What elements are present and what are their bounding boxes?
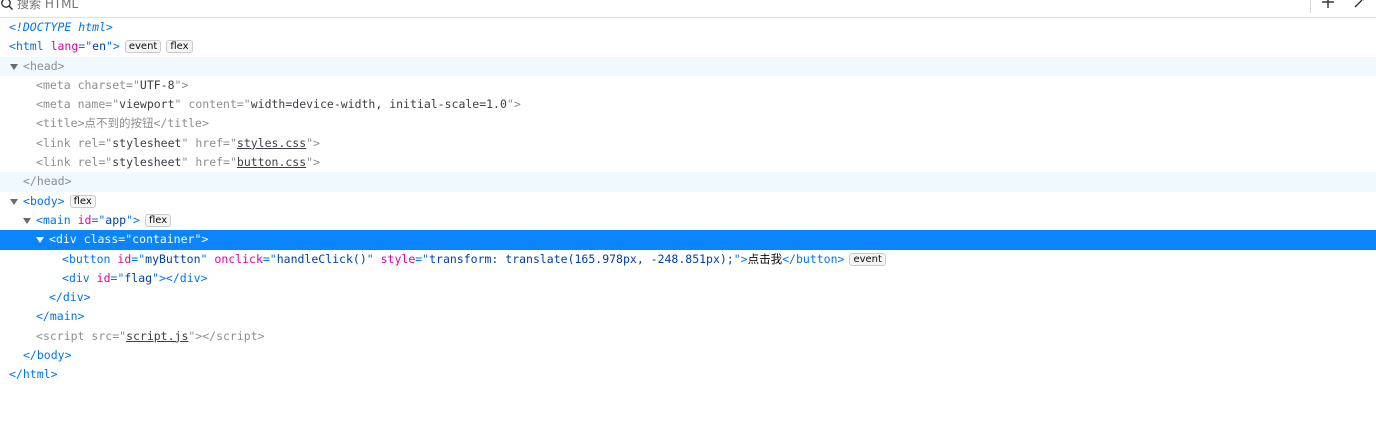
styles-css-link[interactable]: styles.css — [237, 136, 306, 150]
expand-toggle[interactable] — [10, 63, 18, 70]
search-box[interactable] — [0, 0, 217, 12]
add-node-button[interactable] — [1320, 0, 1336, 10]
link-button-node[interactable]: <link rel="stylesheet" href="button.css"… — [0, 153, 1376, 172]
script-node[interactable]: <script src="script.js"></script> — [0, 327, 1376, 346]
inspector-toolbar — [0, 0, 1376, 18]
markup-tree: <!DOCTYPE html> <html lang="en"> event fle… — [0, 18, 1376, 385]
expand-toggle[interactable] — [23, 217, 31, 224]
main-node[interactable]: <main id="app"> flex — [0, 211, 1376, 230]
body-close-node[interactable]: </body> — [0, 346, 1376, 365]
doctype-text: <!DOCTYPE html> — [9, 20, 113, 34]
container-node[interactable]: <div class="container"> — [0, 230, 1376, 250]
event-badge[interactable]: event — [124, 40, 162, 54]
head-node[interactable]: <head> — [0, 56, 1376, 76]
body-node[interactable]: <body> flex — [0, 192, 1376, 211]
button-node[interactable]: <button id="myButton" onclick="handleCli… — [0, 250, 1376, 269]
button-text: 点击我 — [747, 251, 783, 266]
event-badge[interactable]: event — [849, 252, 886, 266]
script-js-link[interactable]: script.js — [126, 329, 188, 343]
eyedropper-icon — [1353, 0, 1367, 12]
main-close-node[interactable]: </main> — [0, 307, 1376, 326]
title-text: 点不到的按钮 — [84, 116, 154, 131]
search-icon — [0, 0, 14, 11]
link-styles-node[interactable]: <link rel="stylesheet" href="styles.css"… — [0, 134, 1376, 153]
expand-toggle[interactable] — [10, 198, 18, 205]
plus-icon — [1321, 0, 1335, 12]
html-close-node[interactable]: </html> — [0, 365, 1376, 384]
eyedropper-button[interactable] — [1352, 0, 1368, 10]
meta-charset-node[interactable]: <meta charset="UTF-8"> — [0, 76, 1376, 95]
doctype-node[interactable]: <!DOCTYPE html> — [0, 18, 1376, 37]
title-node[interactable]: <title>点不到的按钮</title> — [0, 114, 1376, 133]
flex-badge[interactable]: flex — [69, 194, 96, 208]
html-node[interactable]: <html lang="en"> event flex — [0, 37, 1376, 56]
flag-node[interactable]: <div id="flag"></div> — [0, 269, 1376, 288]
meta-viewport-node[interactable]: <meta name="viewport" content="width=dev… — [0, 95, 1376, 114]
flex-badge[interactable]: flex — [144, 213, 172, 227]
button-css-link[interactable]: button.css — [237, 155, 306, 169]
flex-badge[interactable]: flex — [166, 40, 193, 54]
search-input[interactable] — [14, 0, 217, 12]
container-close-node[interactable]: </div> — [0, 288, 1376, 307]
toolbar-divider — [1310, 0, 1311, 13]
expand-toggle[interactable] — [36, 237, 44, 244]
head-close-node[interactable]: </head> — [0, 172, 1376, 192]
